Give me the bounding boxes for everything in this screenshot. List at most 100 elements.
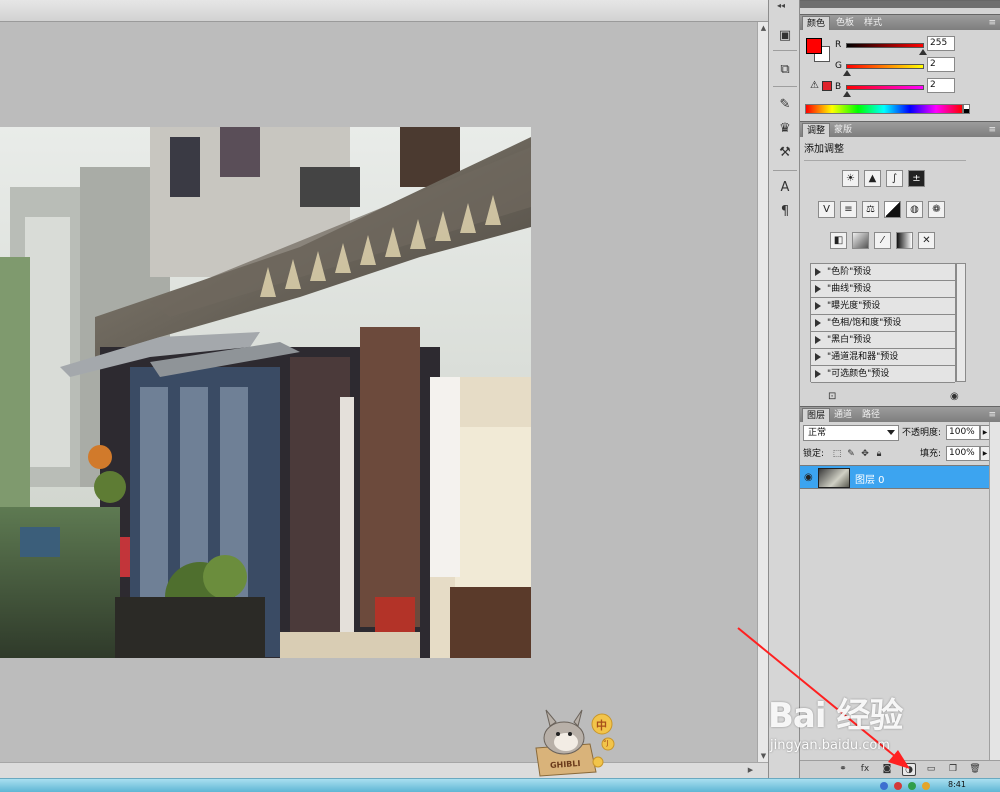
color-balance-icon[interactable]: ⚖: [862, 201, 879, 218]
gradient-map-icon[interactable]: [896, 232, 913, 249]
vertical-scrollbar[interactable]: ▲ ▼: [757, 22, 768, 762]
expand-triangle-icon[interactable]: [815, 285, 821, 293]
tab-masks[interactable]: 蒙版: [830, 123, 856, 137]
preset-item-curves[interactable]: "曲线"预设: [811, 281, 955, 298]
tab-adjustments[interactable]: 调整: [802, 123, 831, 137]
tray-app-icon[interactable]: [908, 782, 916, 790]
slider-knob[interactable]: [843, 91, 851, 97]
new-layer-icon[interactable]: ❐: [946, 763, 960, 776]
gamut-color-swatch[interactable]: [822, 81, 832, 91]
blend-mode-select[interactable]: 正常: [803, 425, 899, 441]
layer-style-fx-icon[interactable]: fx: [858, 763, 872, 776]
expand-triangle-icon[interactable]: [815, 370, 821, 378]
layer-name[interactable]: 图层 0: [855, 471, 885, 486]
layer-row[interactable]: ◉ 图层 0: [800, 465, 995, 489]
threshold-icon[interactable]: ⁄: [874, 232, 891, 249]
add-mask-icon[interactable]: ◙: [880, 763, 894, 776]
tab-swatches[interactable]: 色板: [832, 16, 858, 30]
expand-triangle-icon[interactable]: [815, 268, 821, 276]
foreground-color-swatch-front[interactable]: [806, 38, 822, 54]
fill-field[interactable]: 100%: [946, 446, 980, 461]
hue-saturation-icon[interactable]: ≡: [840, 201, 857, 218]
levels-icon[interactable]: ▲: [864, 170, 881, 187]
panel-menu-icon[interactable]: ≡: [988, 16, 996, 30]
warning-icon[interactable]: ⚠: [810, 80, 819, 91]
brightness-contrast-icon[interactable]: ☀: [842, 170, 859, 187]
layers-scrollbar[interactable]: [989, 422, 1000, 762]
taskbar-clock[interactable]: 8:41: [948, 780, 966, 789]
preset-item-selective-color[interactable]: "可选颜色"预设: [811, 366, 955, 383]
slider-knob[interactable]: [919, 49, 927, 55]
eye-visibility-icon[interactable]: ◉: [804, 472, 813, 483]
tool-presets-icon[interactable]: ⚒: [775, 143, 795, 163]
selective-color-icon[interactable]: ✕: [918, 232, 935, 249]
preset-item-black-white[interactable]: "黑白"预设: [811, 332, 955, 349]
panel-icon-strip: ◂◂ ▣ ⧉ ✎ ♛ ⚒ A ¶: [768, 0, 800, 778]
history-icon[interactable]: ⧉: [775, 60, 795, 80]
baidu-jingyan-watermark: Bai 经验 jingyan.baidu.com: [768, 688, 948, 758]
lock-transparent-icon[interactable]: ⬚: [832, 449, 842, 459]
channel-b-slider[interactable]: [846, 85, 924, 90]
panel-menu-icon[interactable]: ≡: [988, 408, 996, 422]
slider-knob[interactable]: [843, 70, 851, 76]
expand-triangle-icon[interactable]: [815, 319, 821, 327]
preset-item-channel-mixer[interactable]: "通道混和器"预设: [811, 349, 955, 366]
preset-item-exposure[interactable]: "曝光度"预设: [811, 298, 955, 315]
expand-triangle-icon[interactable]: [815, 302, 821, 310]
preset-item-levels[interactable]: "色阶"预设: [811, 264, 955, 281]
channel-b-field[interactable]: 2: [927, 78, 955, 93]
panel-menu-icon[interactable]: ≡: [988, 123, 996, 137]
black-white-icon[interactable]: [884, 201, 901, 218]
new-adjustment-layer-icon[interactable]: ◑: [902, 763, 916, 776]
horizontal-scrollbar[interactable]: ▶: [0, 762, 768, 778]
preset-item-hue-saturation[interactable]: "色相/饱和度"预设: [811, 315, 955, 332]
clip-to-layer-icon[interactable]: ◉: [950, 391, 959, 402]
presets-scrollbar[interactable]: [956, 263, 966, 382]
channel-g-field[interactable]: 2: [927, 57, 955, 72]
navigator-icon[interactable]: ▣: [775, 26, 795, 46]
channel-g-slider[interactable]: [846, 64, 924, 69]
tab-color[interactable]: 颜色: [802, 16, 831, 30]
channel-r-label: R: [835, 40, 842, 50]
vibrance-icon[interactable]: V: [818, 201, 835, 218]
lock-image-icon[interactable]: ✎: [846, 449, 856, 459]
photo-filter-icon[interactable]: ◍: [906, 201, 923, 218]
paragraph-icon[interactable]: ¶: [775, 202, 795, 222]
add-adjustment-title: 添加调整: [804, 144, 844, 155]
trash-icon[interactable]: 🗑︎: [968, 763, 982, 776]
return-to-list-icon[interactable]: ⊡: [828, 391, 836, 402]
document-photo[interactable]: [0, 127, 531, 658]
expand-triangle-icon[interactable]: [815, 336, 821, 344]
exposure-icon[interactable]: ±: [908, 170, 925, 187]
character-icon[interactable]: A: [775, 178, 795, 198]
channel-r-field[interactable]: 255: [927, 36, 955, 51]
invert-icon[interactable]: ◧: [830, 232, 847, 249]
link-layers-icon[interactable]: ⚭: [836, 763, 850, 776]
lock-position-icon[interactable]: ✥: [860, 449, 870, 459]
channel-r-slider[interactable]: [846, 43, 924, 48]
expand-triangle-icon[interactable]: [815, 353, 821, 361]
brushes-icon[interactable]: ✎: [775, 95, 795, 115]
collapse-icon[interactable]: ◂◂: [777, 2, 791, 10]
clone-source-icon[interactable]: ♛: [775, 119, 795, 139]
opacity-field[interactable]: 100%: [946, 425, 980, 440]
dock-top-bar: [800, 0, 1000, 8]
document-canvas-area[interactable]: ▲ ▼ ▶: [0, 0, 768, 778]
chevron-down-icon[interactable]: [887, 430, 895, 435]
lock-all-icon[interactable]: 🔒︎: [874, 449, 884, 459]
scroll-right-arrow-icon[interactable]: ▶: [745, 764, 756, 776]
tray-app-icon[interactable]: [894, 782, 902, 790]
black-white-ramp[interactable]: [963, 104, 970, 114]
color-spectrum-bar[interactable]: [805, 104, 963, 114]
tray-app-icon[interactable]: [922, 782, 930, 790]
curves-icon[interactable]: ∫: [886, 170, 903, 187]
tab-layers[interactable]: 图层: [802, 408, 831, 422]
tab-styles[interactable]: 样式: [860, 16, 886, 30]
tray-app-icon[interactable]: [880, 782, 888, 790]
layer-thumbnail[interactable]: [818, 468, 850, 488]
channel-mixer-icon[interactable]: ❁: [928, 201, 945, 218]
posterize-icon[interactable]: [852, 232, 869, 249]
tab-paths[interactable]: 路径: [858, 408, 884, 422]
new-group-icon[interactable]: ▭: [924, 763, 938, 776]
tab-channels[interactable]: 通道: [830, 408, 856, 422]
